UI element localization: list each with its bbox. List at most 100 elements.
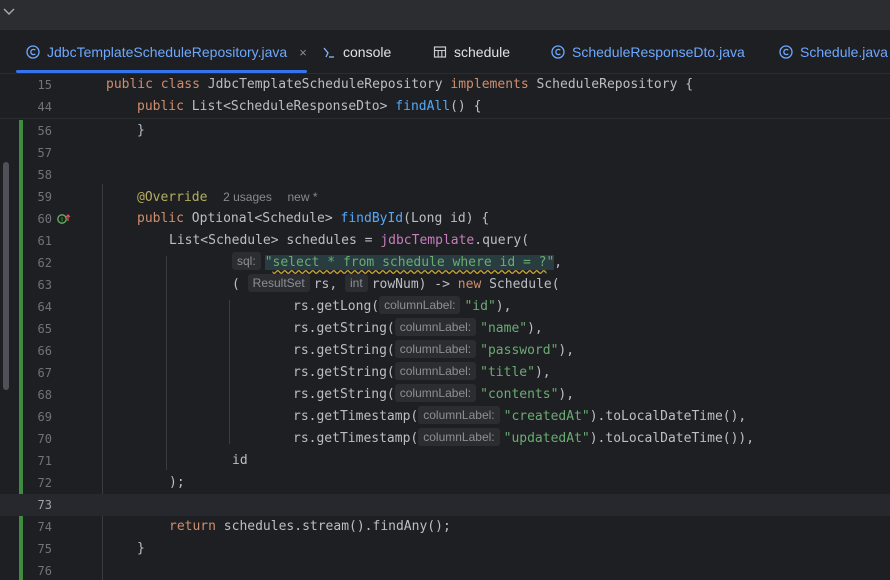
code-text: ); <box>169 475 185 490</box>
line-number: 58 <box>37 168 52 182</box>
author-hint: new * <box>287 190 318 204</box>
code-text: rs.getString(columnLabel: "contents"), <box>293 384 575 402</box>
line-number: 69 <box>37 410 52 424</box>
code-text: rs.getLong(columnLabel: "id"), <box>293 296 512 314</box>
code-text: rs.getString(columnLabel: "name"), <box>293 318 543 336</box>
line-number: 66 <box>37 344 52 358</box>
line-number: 63 <box>37 278 52 292</box>
code-text: } <box>137 541 145 556</box>
code-text: public List<ScheduleResponseDto> findAll… <box>137 99 482 114</box>
code-text: rs.getTimestamp(columnLabel: "updatedAt")… <box>293 428 755 446</box>
code-line[interactable]: 56 } <box>0 120 890 142</box>
param-hint: columnLabel: <box>418 406 500 424</box>
line-number: 60 <box>37 212 52 226</box>
line-number: 59 <box>37 190 52 204</box>
code-line[interactable]: 63 ( ResultSet rs, int rowNum) -> new Sche… <box>0 274 890 296</box>
java-class-icon <box>26 45 40 59</box>
tab-label: Schedule.java <box>800 44 888 60</box>
type-hint: ResultSet <box>247 274 310 292</box>
param-hint: sql: <box>232 252 261 270</box>
code-editor[interactable]: 15 public class JdbcTemplateScheduleRepo… <box>0 74 890 580</box>
line-number: 73 <box>37 498 52 512</box>
code-line[interactable]: 74 return schedules.stream().findAny(); <box>0 516 890 538</box>
code-line[interactable]: 75 } <box>0 538 890 560</box>
line-number: 65 <box>37 322 52 336</box>
param-hint: columnLabel: <box>394 362 477 380</box>
code-line[interactable]: 67 rs.getString(columnLabel: "title"), <box>0 362 890 384</box>
code-line[interactable]: 58 <box>0 164 890 186</box>
code-line[interactable]: 66 rs.getString(columnLabel: "password"), <box>0 340 890 362</box>
code-line[interactable]: 60 I public Optional<Schedule> findById(… <box>0 208 890 230</box>
tab-schedule-java[interactable]: Schedule.java <box>779 31 888 73</box>
editor-tab-bar: JdbcTemplateScheduleRepository.java × co… <box>0 31 890 74</box>
close-tab-icon[interactable]: × <box>299 45 307 60</box>
override-gutter-icon[interactable]: I <box>57 213 71 225</box>
tab-label: console <box>343 44 392 60</box>
code-line[interactable]: 62 sql: "select * from schedule where id … <box>0 252 890 274</box>
tab-console[interactable]: console <box>322 31 391 73</box>
chevron-down-icon[interactable] <box>2 4 16 18</box>
code-text: public class JdbcTemplateScheduleReposit… <box>106 77 694 92</box>
code-text: } <box>137 123 145 138</box>
table-icon <box>433 46 447 58</box>
code-text: rs.getTimestamp(columnLabel: "createdAt")… <box>293 406 747 424</box>
tab-schedule[interactable]: schedule <box>433 31 510 73</box>
current-line[interactable]: 73 <box>0 494 890 516</box>
code-line[interactable]: 59 @Override 2 usages new * <box>0 186 890 208</box>
line-number: 15 <box>37 78 52 92</box>
code-line[interactable]: 71 id <box>0 450 890 472</box>
line-number: 67 <box>37 366 52 380</box>
code-line[interactable]: 15 public class JdbcTemplateScheduleRepo… <box>0 74 890 96</box>
code-line[interactable]: 72 ); <box>0 472 890 494</box>
param-hint: columnLabel: <box>394 340 477 358</box>
sticky-divider <box>0 118 890 119</box>
code-text: return schedules.stream().findAny(); <box>169 519 451 534</box>
code-text: ( ResultSet rs, int rowNum) -> new Schedul… <box>232 274 560 292</box>
tab-jdbc-template-schedule-repository[interactable]: JdbcTemplateScheduleRepository.java × <box>16 31 307 73</box>
line-number: 62 <box>37 256 52 270</box>
tab-label: JdbcTemplateScheduleRepository.java <box>47 44 288 60</box>
code-line[interactable]: 70 rs.getTimestamp(columnLabel: "updatedA… <box>0 428 890 450</box>
java-class-icon <box>551 45 565 59</box>
param-hint: columnLabel: <box>394 384 477 402</box>
line-number: 44 <box>37 100 52 114</box>
line-number: 61 <box>37 234 52 248</box>
line-number: 75 <box>37 542 52 556</box>
tab-label: schedule <box>454 44 511 60</box>
tab-schedule-response-dto[interactable]: ScheduleResponseDto.java <box>551 31 745 73</box>
code-line[interactable]: 69 rs.getTimestamp(columnLabel: "createdA… <box>0 406 890 428</box>
code-text: public Optional<Schedule> findById(Long … <box>137 211 490 226</box>
line-number: 74 <box>37 520 52 534</box>
tab-label: ScheduleResponseDto.java <box>572 44 745 60</box>
code-text: id <box>232 453 248 468</box>
code-text: rs.getString(columnLabel: "password"), <box>293 340 575 358</box>
param-hint: columnLabel: <box>394 318 477 336</box>
line-number: 72 <box>37 476 52 490</box>
code-line[interactable]: 61 List<Schedule> schedules = jdbcTempla… <box>0 230 890 252</box>
type-hint: int <box>345 274 368 292</box>
code-text: rs.getString(columnLabel: "title"), <box>293 362 551 380</box>
line-number: 71 <box>37 454 52 468</box>
param-hint: columnLabel: <box>379 296 461 314</box>
param-hint: columnLabel: <box>418 428 500 446</box>
line-number: 57 <box>37 146 52 160</box>
code-line[interactable]: 65 rs.getString(columnLabel: "name"), <box>0 318 890 340</box>
code-line[interactable]: 64 rs.getLong(columnLabel: "id"), <box>0 296 890 318</box>
usages-link[interactable]: 2 usages <box>223 190 272 204</box>
code-text: @Override 2 usages new * <box>137 190 318 205</box>
svg-text:I: I <box>61 217 63 224</box>
top-toolbar <box>0 0 890 31</box>
code-line[interactable]: 68 rs.getString(columnLabel: "contents"), <box>0 384 890 406</box>
code-text: List<Schedule> schedules = jdbcTemplate.… <box>169 233 530 248</box>
code-line[interactable]: 44 public List<ScheduleResponseDto> find… <box>0 96 890 118</box>
java-class-icon <box>779 45 793 59</box>
code-text: sql: "select * from schedule where id = ?… <box>232 252 562 274</box>
code-line[interactable]: 76 <box>0 560 890 580</box>
line-number: 68 <box>37 388 52 402</box>
sql-string[interactable]: "select * from schedule where id = ?" <box>264 255 555 270</box>
line-number: 76 <box>37 564 52 578</box>
code-line[interactable]: 57 <box>0 142 890 164</box>
line-number: 64 <box>37 300 52 314</box>
console-icon <box>323 47 334 58</box>
line-number: 70 <box>37 432 52 446</box>
